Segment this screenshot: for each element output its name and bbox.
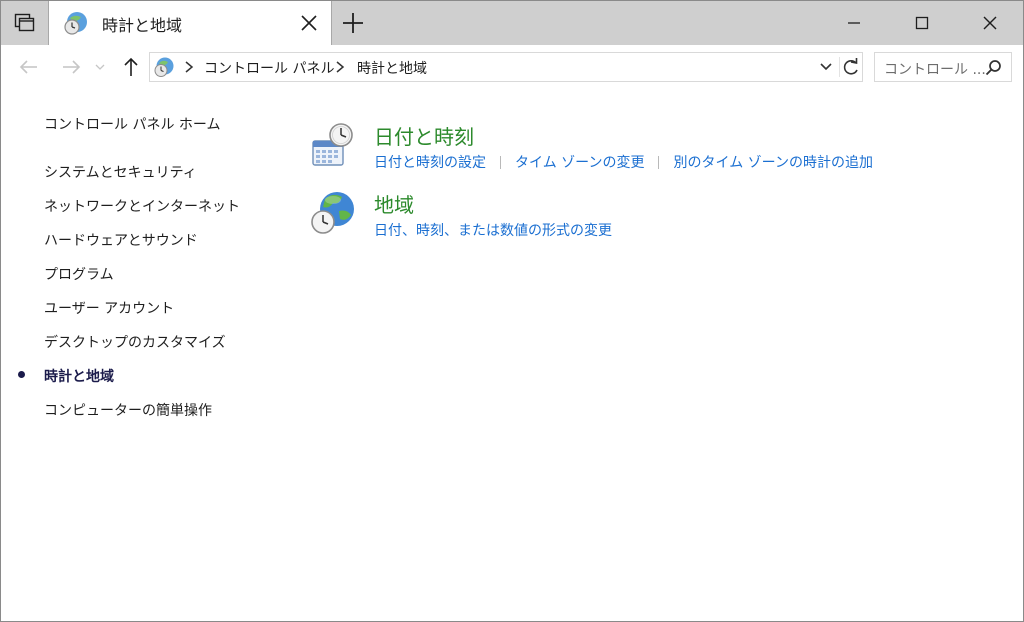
title-bar: 時計と地域 [1, 1, 1023, 45]
forward-button[interactable] [59, 55, 83, 79]
sidebar-item-network-internet[interactable]: ネットワークとインターネット [44, 196, 240, 216]
close-tab-icon[interactable] [299, 13, 319, 33]
navigation-bar: コントロール パネル 時計と地域 コントロール ... [1, 45, 1023, 89]
chevron-right-icon[interactable] [183, 60, 195, 74]
sidebar-item-user-accounts[interactable]: ユーザー アカウント [44, 298, 174, 318]
chevron-down-icon [95, 64, 105, 70]
recent-locations-button[interactable] [92, 55, 108, 79]
close-icon [983, 16, 997, 30]
clock-region-icon [64, 12, 87, 35]
chevron-down-icon[interactable] [818, 59, 834, 75]
sidebar-item-desktop-customization[interactable]: デスクトップのカスタマイズ [44, 332, 226, 352]
back-arrow-icon [19, 60, 37, 74]
category-links-region: 日付、時刻、または数値の形式の変更 [374, 220, 612, 240]
refresh-icon [843, 58, 858, 75]
globe-clock-icon[interactable] [309, 189, 357, 237]
up-button[interactable] [119, 55, 143, 79]
minimize-icon [848, 22, 860, 24]
up-arrow-icon [124, 57, 138, 76]
category-links-date-time: 日付と時刻の設定 タイム ゾーンの変更 別のタイム ゾーンの時計の追加 [374, 152, 873, 172]
link-add-clocks-time-zones[interactable]: 別のタイム ゾーンの時計の追加 [673, 152, 872, 172]
category-title-region[interactable]: 地域 [374, 189, 414, 218]
sidebar-item-system-security[interactable]: システムとセキュリティ [44, 162, 197, 182]
back-button[interactable] [17, 55, 41, 79]
search-icon[interactable] [985, 59, 1002, 76]
sidebar-item-clock-region: 時計と地域 [44, 369, 114, 385]
address-bar[interactable]: コントロール パネル 時計と地域 [149, 52, 863, 82]
minimize-button[interactable] [831, 1, 877, 45]
forward-arrow-icon [63, 60, 81, 74]
sidebar-item-ease-of-access[interactable]: コンピューターの簡単操作 [44, 400, 212, 420]
tab-title: 時計と地域 [102, 16, 183, 35]
new-tab-icon[interactable] [341, 11, 365, 35]
link-divider [658, 155, 660, 169]
active-tab[interactable]: 時計と地域 [48, 1, 332, 45]
breadcrumb-control-panel[interactable]: コントロール パネル [204, 58, 334, 78]
refresh-button[interactable] [839, 57, 859, 77]
chevron-right-icon[interactable] [334, 60, 346, 74]
task-view-icon [14, 13, 34, 32]
task-view-button[interactable] [1, 1, 48, 45]
current-item-bullet [18, 371, 25, 378]
sidebar-item-programs[interactable]: プログラム [44, 264, 114, 284]
link-divider [500, 155, 501, 169]
maximize-icon [915, 16, 929, 30]
control-panel-window: 時計と地域 コントロール パネル 時計と地域 コントロール ... コントロール… [0, 0, 1024, 622]
close-window-button[interactable] [967, 1, 1013, 45]
link-change-formats[interactable]: 日付、時刻、または数値の形式の変更 [374, 220, 612, 240]
sidebar-item-control-panel-home[interactable]: コントロール パネル ホーム [44, 114, 220, 134]
link-change-time-zone[interactable]: タイム ゾーンの変更 [515, 152, 644, 172]
category-title-date-time[interactable]: 日付と時刻 [374, 121, 474, 150]
clock-region-icon [154, 57, 174, 77]
calendar-clock-icon[interactable] [309, 121, 357, 169]
link-set-date-time[interactable]: 日付と時刻の設定 [374, 152, 486, 172]
search-input[interactable]: コントロール ... [884, 59, 986, 79]
breadcrumb-clock-region[interactable]: 時計と地域 [357, 58, 427, 78]
maximize-button[interactable] [899, 1, 945, 45]
sidebar-item-hardware-sound[interactable]: ハードウェアとサウンド [44, 230, 198, 250]
search-box[interactable]: コントロール ... [874, 52, 1012, 82]
